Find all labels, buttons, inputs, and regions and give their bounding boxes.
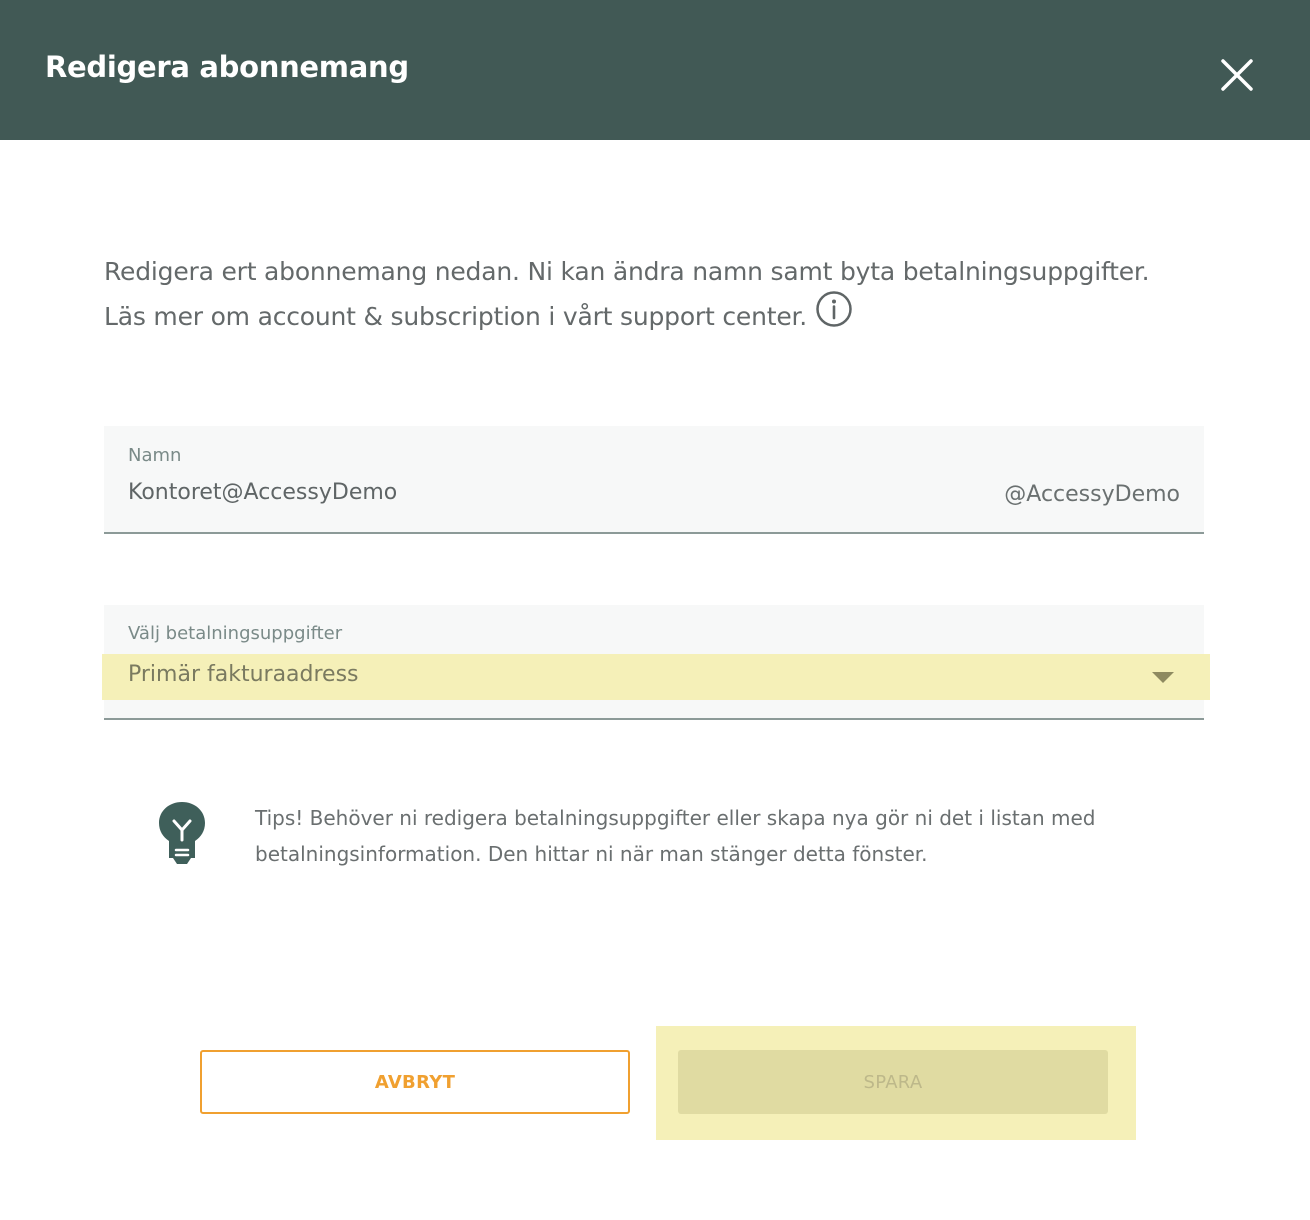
edit-subscription-dialog: Redigera abonnemang Redigera ert abonnem… bbox=[0, 0, 1310, 1220]
intro-line-2: Läs mer om account & subscription i vårt… bbox=[104, 291, 1214, 342]
cancel-button[interactable]: AVBRYT bbox=[200, 1050, 630, 1114]
payment-field-label: Välj betalningsuppgifter bbox=[128, 623, 343, 644]
save-button[interactable]: SPARA bbox=[678, 1050, 1108, 1114]
lightbulb-icon bbox=[157, 800, 207, 866]
close-button[interactable] bbox=[1212, 50, 1262, 100]
name-field[interactable]: Namn @AccessyDemo bbox=[104, 426, 1204, 534]
intro-line-2-text: Läs mer om account & subscription i vårt… bbox=[104, 302, 808, 331]
name-field-suffix: @AccessyDemo bbox=[1004, 482, 1180, 507]
dialog-title: Redigera abonnemang bbox=[45, 50, 409, 84]
payment-select[interactable]: Primär fakturaadress bbox=[102, 654, 1210, 700]
name-field-label: Namn bbox=[128, 445, 182, 466]
intro-line-1: Redigera ert abonnemang nedan. Ni kan än… bbox=[104, 257, 1150, 286]
info-icon[interactable] bbox=[815, 290, 853, 342]
payment-selected-value: Primär fakturaadress bbox=[128, 662, 359, 687]
close-icon bbox=[1221, 59, 1253, 91]
save-button-highlight: SPARA bbox=[656, 1026, 1136, 1140]
tip-text: Tips! Behöver ni redigera betalningsuppg… bbox=[255, 800, 1205, 872]
name-input[interactable] bbox=[128, 480, 928, 505]
tip-line-1: Tips! Behöver ni redigera betalningsuppg… bbox=[255, 806, 1096, 830]
payment-select-field[interactable]: Välj betalningsuppgifter Primär fakturaa… bbox=[102, 605, 1210, 720]
dialog-header: Redigera abonnemang bbox=[0, 0, 1310, 140]
intro-text: Redigera ert abonnemang nedan. Ni kan än… bbox=[104, 250, 1214, 342]
tip-line-2: betalningsinformation. Den hittar ni när… bbox=[255, 842, 928, 866]
dropdown-arrow-icon bbox=[1152, 672, 1174, 683]
